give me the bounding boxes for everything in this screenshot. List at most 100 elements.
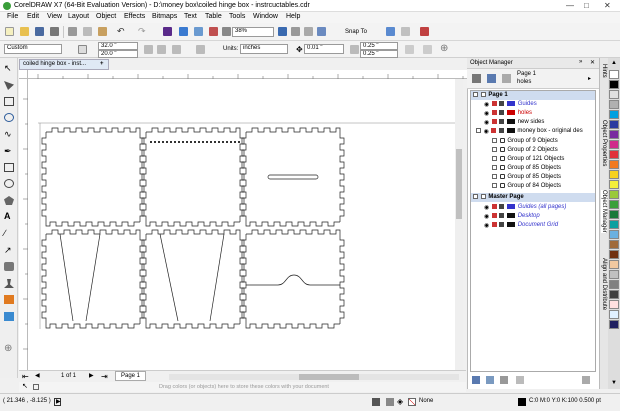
- menu-bitmaps[interactable]: Bitmaps: [152, 13, 177, 20]
- menu-edit[interactable]: Edit: [27, 13, 39, 20]
- edit-across-layers-icon[interactable]: [502, 74, 511, 83]
- portrait-icon[interactable]: [144, 45, 153, 54]
- eye-icon[interactable]: ◉: [484, 204, 489, 211]
- color-swatch[interactable]: [609, 250, 619, 259]
- fill-icon[interactable]: [4, 295, 14, 304]
- drawing-canvas[interactable]: [28, 79, 461, 370]
- expand-icon[interactable]: [473, 193, 478, 199]
- color-swatch[interactable]: [609, 90, 619, 99]
- color-swatch[interactable]: [609, 80, 619, 89]
- color-swatch[interactable]: [609, 140, 619, 149]
- menu-tools[interactable]: Tools: [229, 13, 245, 20]
- color-swatch[interactable]: [609, 310, 619, 319]
- app-launcher-icon[interactable]: [222, 27, 231, 36]
- color-swatch[interactable]: [609, 220, 619, 229]
- minimize-icon[interactable]: —: [566, 1, 574, 10]
- tree-group[interactable]: Group of 121 Objects: [470, 155, 596, 164]
- document-palette[interactable]: ↖ Drag colors (or objects) here to store…: [19, 382, 466, 392]
- color-swatch[interactable]: [609, 170, 619, 179]
- artistic-media-icon[interactable]: ✒: [4, 147, 14, 156]
- duplicate-x-input[interactable]: 0.25 ": [360, 42, 398, 50]
- add-tool-icon[interactable]: ⊕: [4, 344, 14, 354]
- next-page-icon[interactable]: ▶: [89, 372, 94, 379]
- undo-icon[interactable]: ↶: [117, 27, 126, 36]
- printer-icon[interactable]: [491, 221, 497, 227]
- new-master-layer-icon[interactable]: [486, 376, 494, 384]
- launch-icon[interactable]: [420, 27, 429, 36]
- color-swatch[interactable]: [609, 180, 619, 189]
- paste-icon[interactable]: [98, 27, 107, 36]
- lock-icon[interactable]: [499, 118, 505, 124]
- expand-icon[interactable]: [492, 137, 497, 143]
- grid-icon[interactable]: [304, 27, 313, 36]
- pointer-icon[interactable]: ↖: [22, 383, 28, 391]
- tree-group[interactable]: Group of 9 Objects: [470, 137, 596, 146]
- close-icon[interactable]: ✕: [604, 1, 611, 10]
- open-icon[interactable]: [20, 27, 29, 36]
- layer-color-swatch[interactable]: [506, 127, 515, 133]
- horizontal-scrollbar-thumb[interactable]: [299, 374, 359, 380]
- printer-icon[interactable]: [491, 212, 497, 218]
- eye-icon[interactable]: ◉: [484, 213, 489, 220]
- snap-to-dropdown[interactable]: Snap To: [345, 29, 367, 35]
- eye-icon[interactable]: ◉: [484, 119, 489, 126]
- align-icon[interactable]: [423, 45, 432, 54]
- play-icon[interactable]: ▶: [54, 398, 61, 406]
- tree-layer-money-box[interactable]: ◉ money box - original des: [470, 127, 596, 136]
- full-screen-icon[interactable]: [278, 27, 287, 36]
- color-swatch[interactable]: [609, 110, 619, 119]
- tree-master-page[interactable]: Master Page: [471, 193, 595, 202]
- color-swatch[interactable]: [609, 320, 619, 329]
- save-icon[interactable]: [35, 27, 44, 36]
- menu-effects[interactable]: Effects: [124, 13, 145, 20]
- units-select[interactable]: inches: [240, 44, 288, 54]
- palette-scroll-up-icon[interactable]: ▲: [609, 60, 619, 67]
- vertical-scrollbar[interactable]: [455, 79, 463, 370]
- tree-master-guides[interactable]: ◉ Guides (all pages): [470, 203, 596, 212]
- zoom-level-select[interactable]: 38%: [232, 27, 274, 37]
- docker-tab-align-distribute[interactable]: Align and Distribute: [601, 258, 607, 310]
- tree-layer-new-sides[interactable]: ◉ new sides: [470, 118, 596, 127]
- nudge-distance-input[interactable]: 0.01 ": [304, 44, 344, 54]
- redo-icon[interactable]: ↷: [138, 27, 147, 36]
- panel-menu-icon[interactable]: ▸: [588, 75, 591, 82]
- printer-icon[interactable]: [491, 109, 497, 115]
- copy-icon[interactable]: [83, 27, 92, 36]
- lock-icon[interactable]: [499, 203, 505, 209]
- color-proof-icon[interactable]: [372, 398, 380, 406]
- zoom-icon[interactable]: [4, 113, 14, 122]
- tree-group[interactable]: Group of 84 Objects: [470, 182, 596, 191]
- document-tab[interactable]: coiled hinge box - inst... +: [19, 59, 109, 70]
- eye-icon[interactable]: ◉: [484, 101, 489, 108]
- vertical-ruler[interactable]: [19, 79, 28, 370]
- layer-color-swatch[interactable]: [507, 109, 516, 115]
- tree-page-1[interactable]: Page 1: [471, 91, 595, 100]
- layer-color-swatch[interactable]: [507, 100, 516, 106]
- palette-scroll-down-icon[interactable]: ▼: [609, 380, 619, 387]
- eye-icon[interactable]: ◉: [484, 222, 489, 229]
- lock-icon[interactable]: [499, 212, 505, 218]
- color-swatch[interactable]: [609, 70, 619, 79]
- eye-icon[interactable]: ◉: [484, 128, 489, 135]
- docker-tab-hints[interactable]: Hints: [601, 64, 607, 78]
- docker-tab-object-manager[interactable]: Object Manager: [601, 190, 607, 233]
- rulers-icon[interactable]: [291, 27, 300, 36]
- printer-icon[interactable]: [491, 118, 497, 124]
- printer-icon[interactable]: [491, 203, 497, 209]
- add-icon[interactable]: ⊕: [440, 43, 448, 54]
- first-page-icon[interactable]: ⇤: [22, 373, 29, 381]
- horizontal-scrollbar[interactable]: [169, 374, 459, 380]
- expand-icon[interactable]: [492, 155, 497, 161]
- tree-master-desktop[interactable]: ◉ Desktop: [470, 212, 596, 221]
- scrollbar-thumb[interactable]: [456, 149, 462, 219]
- color-swatch[interactable]: [609, 240, 619, 249]
- maximize-icon[interactable]: □: [584, 1, 589, 10]
- publish-pdf-icon[interactable]: [209, 27, 218, 36]
- rectangle-icon[interactable]: [4, 163, 14, 172]
- text-icon[interactable]: A: [4, 212, 14, 221]
- panel-close-icon[interactable]: ✕: [590, 59, 595, 66]
- connector-icon[interactable]: ∕: [4, 229, 14, 238]
- color-swatch[interactable]: [609, 280, 619, 289]
- color-settings-icon[interactable]: [386, 398, 394, 406]
- color-swatch[interactable]: [609, 200, 619, 209]
